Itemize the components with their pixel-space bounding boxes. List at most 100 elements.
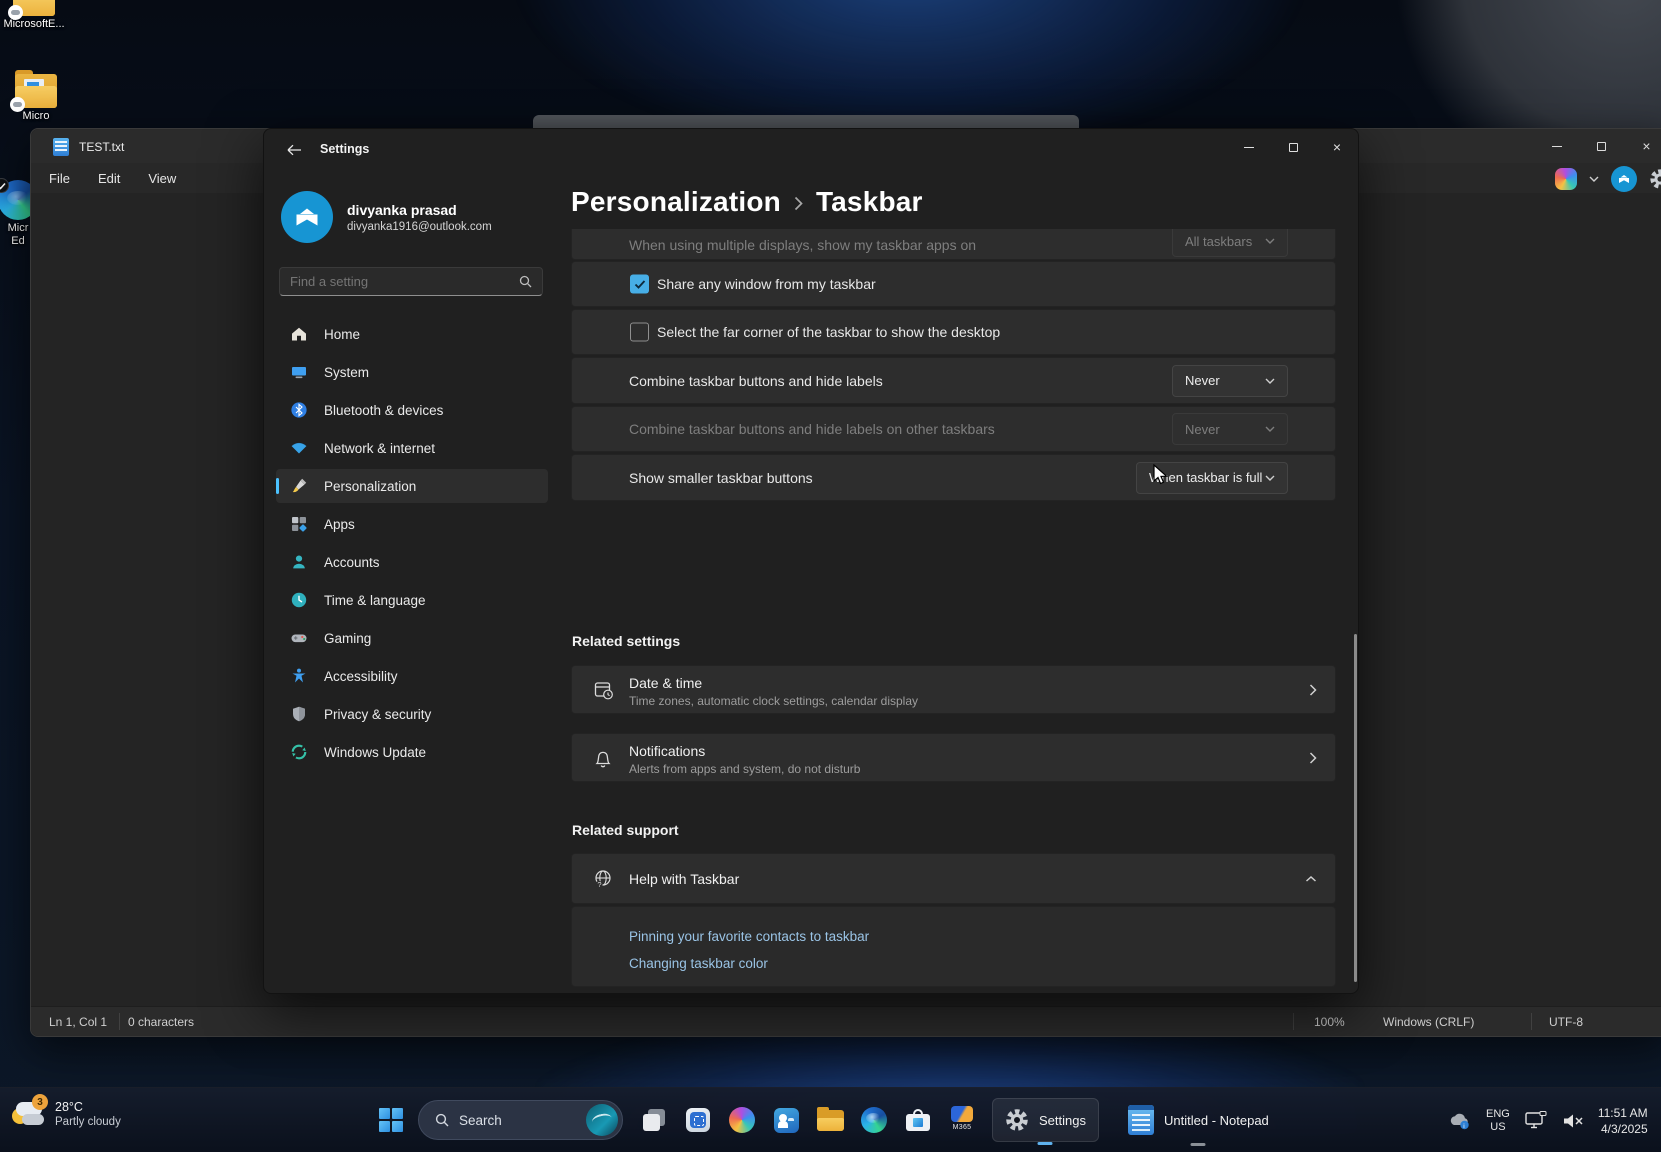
menu-edit[interactable]: Edit <box>98 171 120 186</box>
m365-button[interactable]: M365 <box>944 1100 980 1140</box>
copilot-icon[interactable] <box>1555 168 1577 190</box>
sidebar-item-privacy-security[interactable]: Privacy & security <box>276 697 548 731</box>
edge-button[interactable] <box>856 1100 892 1140</box>
notepad-minimize-button[interactable] <box>1534 129 1579 163</box>
setting-label: Share any window from my taskbar <box>657 276 876 292</box>
wifi-icon <box>289 439 308 458</box>
bluetooth-icon <box>289 401 308 420</box>
sidebar-item-time-language[interactable]: Time & language <box>276 583 548 617</box>
notepad-close-button[interactable]: × <box>1624 129 1661 163</box>
teams-button[interactable] <box>768 1100 804 1140</box>
setting-row-share-window: Share any window from my taskbar <box>571 261 1336 307</box>
date-time-card[interactable]: Date & time Time zones, automatic clock … <box>571 665 1336 714</box>
start-button[interactable] <box>374 1103 408 1137</box>
section-heading-related-support: Related support <box>572 822 679 838</box>
close-icon: × <box>1642 138 1650 154</box>
settings-maximize-button[interactable] <box>1271 129 1315 165</box>
settings-titlebar[interactable]: Settings × <box>264 129 1358 169</box>
svg-text:?: ? <box>597 880 601 889</box>
account-avatar[interactable] <box>281 191 333 243</box>
maximize-icon <box>1289 143 1298 152</box>
tray-date: 4/3/2025 <box>1598 1121 1648 1137</box>
sidebar-item-windows-update[interactable]: Windows Update <box>276 735 548 769</box>
taskbar-search[interactable]: Search <box>418 1100 623 1140</box>
far-corner-checkbox[interactable] <box>630 323 649 342</box>
weather-badge: 3 <box>32 1094 48 1110</box>
settings-search-box[interactable] <box>279 267 543 296</box>
chevron-up-icon[interactable] <box>1305 875 1317 882</box>
clock[interactable]: 11:51 AM 4/3/2025 <box>1598 1105 1648 1137</box>
snipping-tool-button[interactable] <box>680 1100 716 1140</box>
flag-icon <box>1617 173 1631 185</box>
settings-gear-icon <box>1005 1108 1029 1132</box>
menu-file[interactable]: File <box>49 171 70 186</box>
combine-buttons-dropdown[interactable]: Never <box>1172 365 1288 397</box>
settings-minimize-button[interactable] <box>1227 129 1271 165</box>
chevron-down-icon <box>1265 238 1275 244</box>
desktop-icon-label: MicrosoftE... <box>2 18 66 31</box>
sidebar-item-network-internet[interactable]: Network & internet <box>276 431 548 465</box>
desktop: MicrosoftE... Micro Micr Ed TEST.txt × <box>0 0 1661 1152</box>
share-window-checkbox[interactable] <box>630 275 649 294</box>
volume-muted-icon[interactable] <box>1562 1112 1584 1130</box>
multiple-displays-dropdown[interactable]: All taskbars <box>1172 229 1288 257</box>
sidebar-item-gaming[interactable]: Gaming <box>276 621 548 655</box>
onedrive-cloud-icon[interactable]: i <box>1448 1112 1472 1130</box>
back-button[interactable] <box>278 137 310 163</box>
status-encoding[interactable]: UTF-8 <box>1549 1015 1583 1029</box>
m365-icon: M365 <box>948 1106 976 1134</box>
network-icon[interactable] <box>1524 1111 1548 1130</box>
onedrive-sync-icon <box>8 5 23 20</box>
notepad-settings-gear-icon[interactable] <box>1649 168 1661 190</box>
sidebar-item-accessibility[interactable]: Accessibility <box>276 659 548 693</box>
clock-icon <box>289 591 308 610</box>
taskbar-notepad-button[interactable]: Untitled - Notepad <box>1116 1098 1281 1142</box>
help-with-taskbar-card[interactable]: ? Help with Taskbar <box>571 853 1336 904</box>
card-subtitle: Alerts from apps and system, do not dist… <box>629 762 860 776</box>
apps-icon <box>289 515 308 534</box>
notepad-account-avatar[interactable] <box>1611 166 1637 192</box>
desktop-icon-folder-1[interactable]: MicrosoftE... <box>2 0 66 31</box>
combine-other-dropdown[interactable]: Never <box>1172 413 1288 445</box>
weather-condition: Partly cloudy <box>55 1116 121 1128</box>
taskbar-settings-button[interactable]: Settings <box>992 1098 1099 1142</box>
sidebar-item-personalization[interactable]: Personalization <box>276 469 548 503</box>
teams-icon <box>774 1108 799 1133</box>
chevron-down-icon[interactable] <box>1589 176 1599 182</box>
desktop-icon-label: Micro <box>4 110 68 123</box>
settings-sidebar: Home System Bluetooth & devices Network … <box>276 317 548 769</box>
notepad-tab[interactable]: TEST.txt <box>41 134 136 160</box>
microsoft-store-button[interactable] <box>900 1100 936 1140</box>
task-view-button[interactable] <box>636 1100 672 1140</box>
notepad-maximize-button[interactable] <box>1579 129 1624 163</box>
help-links-panel: Pinning your favorite contacts to taskba… <box>571 906 1336 987</box>
weather-widget[interactable]: 3 28°C Partly cloudy <box>10 1098 121 1130</box>
scrollbar[interactable] <box>1354 634 1357 982</box>
sidebar-item-apps[interactable]: Apps <box>276 507 548 541</box>
sidebar-item-system[interactable]: System <box>276 355 548 389</box>
notifications-card[interactable]: Notifications Alerts from apps and syste… <box>571 733 1336 782</box>
sidebar-item-accounts[interactable]: Accounts <box>276 545 548 579</box>
setting-row-combine-buttons: Combine taskbar buttons and hide labels … <box>571 357 1336 404</box>
sidebar-item-bluetooth-devices[interactable]: Bluetooth & devices <box>276 393 548 427</box>
file-explorer-icon <box>817 1110 844 1131</box>
sidebar-item-home[interactable]: Home <box>276 317 548 351</box>
setting-label: Show smaller taskbar buttons <box>629 470 813 486</box>
help-link-pinning-contacts[interactable]: Pinning your favorite contacts to taskba… <box>629 929 869 944</box>
settings-close-button[interactable]: × <box>1315 129 1359 165</box>
background-window-edge <box>533 115 1079 128</box>
copilot-button[interactable] <box>724 1100 760 1140</box>
menu-view[interactable]: View <box>148 171 176 186</box>
search-highlight-image[interactable] <box>586 1104 618 1136</box>
help-link-taskbar-color[interactable]: Changing taskbar color <box>629 956 768 971</box>
file-explorer-button[interactable] <box>812 1100 848 1140</box>
desktop-icon-folder-2[interactable]: Micro <box>4 74 68 123</box>
settings-search-input[interactable] <box>280 274 519 289</box>
status-line-endings[interactable]: Windows (CRLF) <box>1383 1015 1474 1029</box>
language-indicator[interactable]: ENGUS <box>1486 1108 1510 1134</box>
breadcrumb-parent[interactable]: Personalization <box>571 186 781 218</box>
card-title: Date & time <box>629 675 702 691</box>
edge-icon <box>861 1107 887 1133</box>
search-icon <box>519 275 532 288</box>
status-zoom-level[interactable]: 100% <box>1314 1015 1345 1029</box>
